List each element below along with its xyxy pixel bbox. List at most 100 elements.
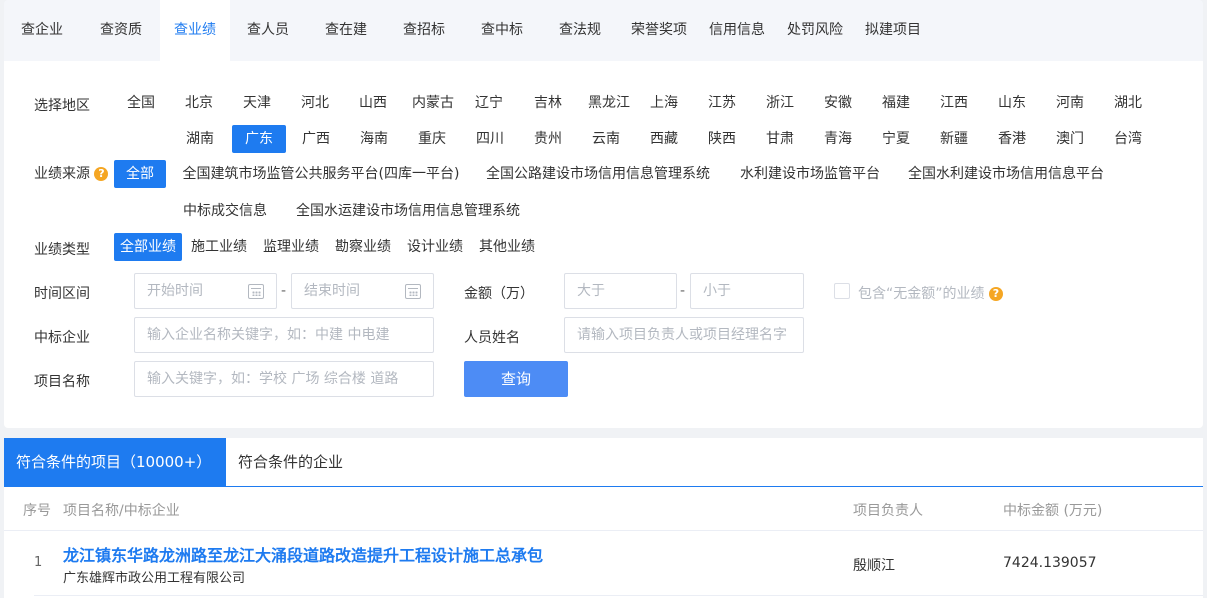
source-label-group: 业绩来源 ?: [34, 163, 109, 183]
region-option[interactable]: 青海: [815, 125, 861, 153]
amount-min-input[interactable]: 大于: [564, 273, 677, 309]
region-option[interactable]: 海南: [351, 125, 397, 153]
region-option[interactable]: 黑龙江: [580, 89, 638, 117]
region-option[interactable]: 广西: [293, 125, 339, 153]
tab-credit[interactable]: 信用信息: [702, 0, 772, 61]
region-option[interactable]: 甘肃: [757, 125, 803, 153]
end-date-input[interactable]: 结束时间: [291, 273, 434, 309]
tab-matching-projects[interactable]: 符合条件的项目（10000+）: [4, 438, 226, 487]
region-option[interactable]: 天津: [234, 89, 280, 117]
region-option[interactable]: 云南: [583, 125, 629, 153]
search-button[interactable]: 查询: [464, 361, 568, 397]
amount-range-dash: -: [680, 283, 686, 299]
region-option[interactable]: 河南: [1047, 89, 1093, 117]
region-option[interactable]: 贵州: [525, 125, 571, 153]
tab-penalty[interactable]: 处罚风险: [780, 0, 850, 61]
amount-max-placeholder: 小于: [703, 283, 731, 299]
region-option[interactable]: 山东: [989, 89, 1035, 117]
region-option[interactable]: 宁夏: [873, 125, 919, 153]
include-zero-label: 包含“无金额”的业绩: [858, 286, 985, 302]
tab-under-construction[interactable]: 查在建: [310, 0, 382, 61]
winner-input[interactable]: 输入企业名称关键字，如：中建 中电建: [134, 317, 434, 353]
tab-company[interactable]: 查企业: [4, 0, 80, 61]
start-date-input[interactable]: 开始时间: [134, 273, 277, 309]
tab-personnel[interactable]: 查人员: [232, 0, 304, 61]
include-zero-label-group: 包含“无金额”的业绩 ?: [858, 283, 1003, 303]
source-option[interactable]: 水利建设市场监管平台: [734, 160, 886, 188]
region-option[interactable]: 新疆: [931, 125, 977, 153]
tab-awards[interactable]: 荣誉奖项: [624, 0, 694, 61]
source-option-selected[interactable]: 全部: [114, 160, 166, 188]
start-date-placeholder: 开始时间: [147, 283, 203, 299]
type-option[interactable]: 勘察业绩: [332, 233, 394, 261]
region-option[interactable]: 山西: [350, 89, 396, 117]
col-manager-header: 项目负责人: [853, 503, 923, 519]
winner-label: 中标企业: [34, 330, 90, 346]
help-icon[interactable]: ?: [94, 167, 109, 181]
calendar-icon: [405, 284, 421, 299]
source-option[interactable]: 全国水运建设市场信用信息管理系统: [292, 197, 524, 225]
source-option[interactable]: 中标成交信息: [180, 197, 270, 225]
col-index-header: 序号: [23, 503, 51, 519]
amount-max-input[interactable]: 小于: [690, 273, 804, 309]
region-option[interactable]: 浙江: [757, 89, 803, 117]
tab-bid-win[interactable]: 查中标: [466, 0, 538, 61]
region-option[interactable]: 北京: [176, 89, 222, 117]
type-label: 业绩类型: [34, 242, 90, 258]
project-link[interactable]: 龙江镇东华路龙洲路至龙江大涌段道路改造提升工程设计施工总承包: [63, 542, 543, 566]
region-option[interactable]: 上海: [641, 89, 687, 117]
tab-performance[interactable]: 查业绩: [160, 0, 230, 61]
person-placeholder: 请输入项目负责人或项目经理名字: [577, 327, 787, 343]
region-option[interactable]: 西藏: [641, 125, 687, 153]
region-option[interactable]: 辽宁: [466, 89, 512, 117]
source-label: 业绩来源: [34, 166, 90, 182]
tab-regulations[interactable]: 查法规: [544, 0, 616, 61]
source-option[interactable]: 全国建筑市场监管公共服务平台(四库一平台): [180, 160, 462, 188]
region-option[interactable]: 全国: [118, 89, 164, 117]
tab-proposed-projects[interactable]: 拟建项目: [858, 0, 928, 61]
winner-placeholder: 输入企业名称关键字，如：中建 中电建: [147, 327, 390, 343]
include-zero-checkbox[interactable]: [834, 283, 850, 299]
filter-panel: 选择地区 全国 北京 天津 河北 山西 内蒙古 辽宁 吉林 黑龙江 上海 江苏 …: [4, 61, 1203, 428]
help-icon[interactable]: ?: [988, 287, 1003, 301]
region-option[interactable]: 河北: [292, 89, 338, 117]
col-name-header: 项目名称/中标企业: [63, 503, 180, 519]
person-input[interactable]: 请输入项目负责人或项目经理名字: [564, 317, 804, 353]
region-option[interactable]: 内蒙古: [404, 89, 462, 117]
region-option[interactable]: 江苏: [699, 89, 745, 117]
amount-min-placeholder: 大于: [577, 283, 605, 299]
calendar-icon: [248, 284, 264, 299]
end-date-placeholder: 结束时间: [304, 283, 360, 299]
type-option[interactable]: 监理业绩: [260, 233, 322, 261]
row-divider: [34, 595, 1203, 596]
region-option[interactable]: 福建: [873, 89, 919, 117]
region-option[interactable]: 安徽: [815, 89, 861, 117]
source-option[interactable]: 全国公路建设市场信用信息管理系统: [482, 160, 714, 188]
region-option[interactable]: 香港: [989, 125, 1035, 153]
region-option-selected[interactable]: 广东: [232, 125, 286, 153]
date-range-dash: -: [281, 283, 287, 299]
region-option[interactable]: 台湾: [1105, 125, 1151, 153]
region-option[interactable]: 湖北: [1105, 89, 1151, 117]
type-option[interactable]: 设计业绩: [404, 233, 466, 261]
company-link[interactable]: 广东雄辉市政公用工程有限公司: [63, 567, 245, 586]
tab-matching-companies[interactable]: 符合条件的企业: [226, 438, 366, 487]
source-option[interactable]: 全国水利建设市场信用信息平台: [904, 160, 1108, 188]
amount-label: 金额（万）: [464, 286, 534, 302]
row-index: 1: [34, 555, 43, 570]
region-option[interactable]: 澳门: [1047, 125, 1093, 153]
project-input[interactable]: 输入关键字，如：学校 广场 综合楼 道路: [134, 361, 434, 397]
region-option[interactable]: 重庆: [409, 125, 455, 153]
type-option-selected[interactable]: 全部业绩: [114, 233, 182, 261]
tab-qualification[interactable]: 查资质: [82, 0, 160, 61]
region-option[interactable]: 湖南: [177, 125, 223, 153]
type-option[interactable]: 其他业绩: [476, 233, 538, 261]
tab-tender[interactable]: 查招标: [388, 0, 460, 61]
region-option[interactable]: 四川: [467, 125, 513, 153]
region-option[interactable]: 江西: [931, 89, 977, 117]
col-amount-header: 中标金额 (万元): [1003, 503, 1103, 519]
type-option[interactable]: 施工业绩: [188, 233, 250, 261]
tab-underline: [4, 486, 1203, 487]
region-option[interactable]: 吉林: [525, 89, 571, 117]
region-option[interactable]: 陕西: [699, 125, 745, 153]
